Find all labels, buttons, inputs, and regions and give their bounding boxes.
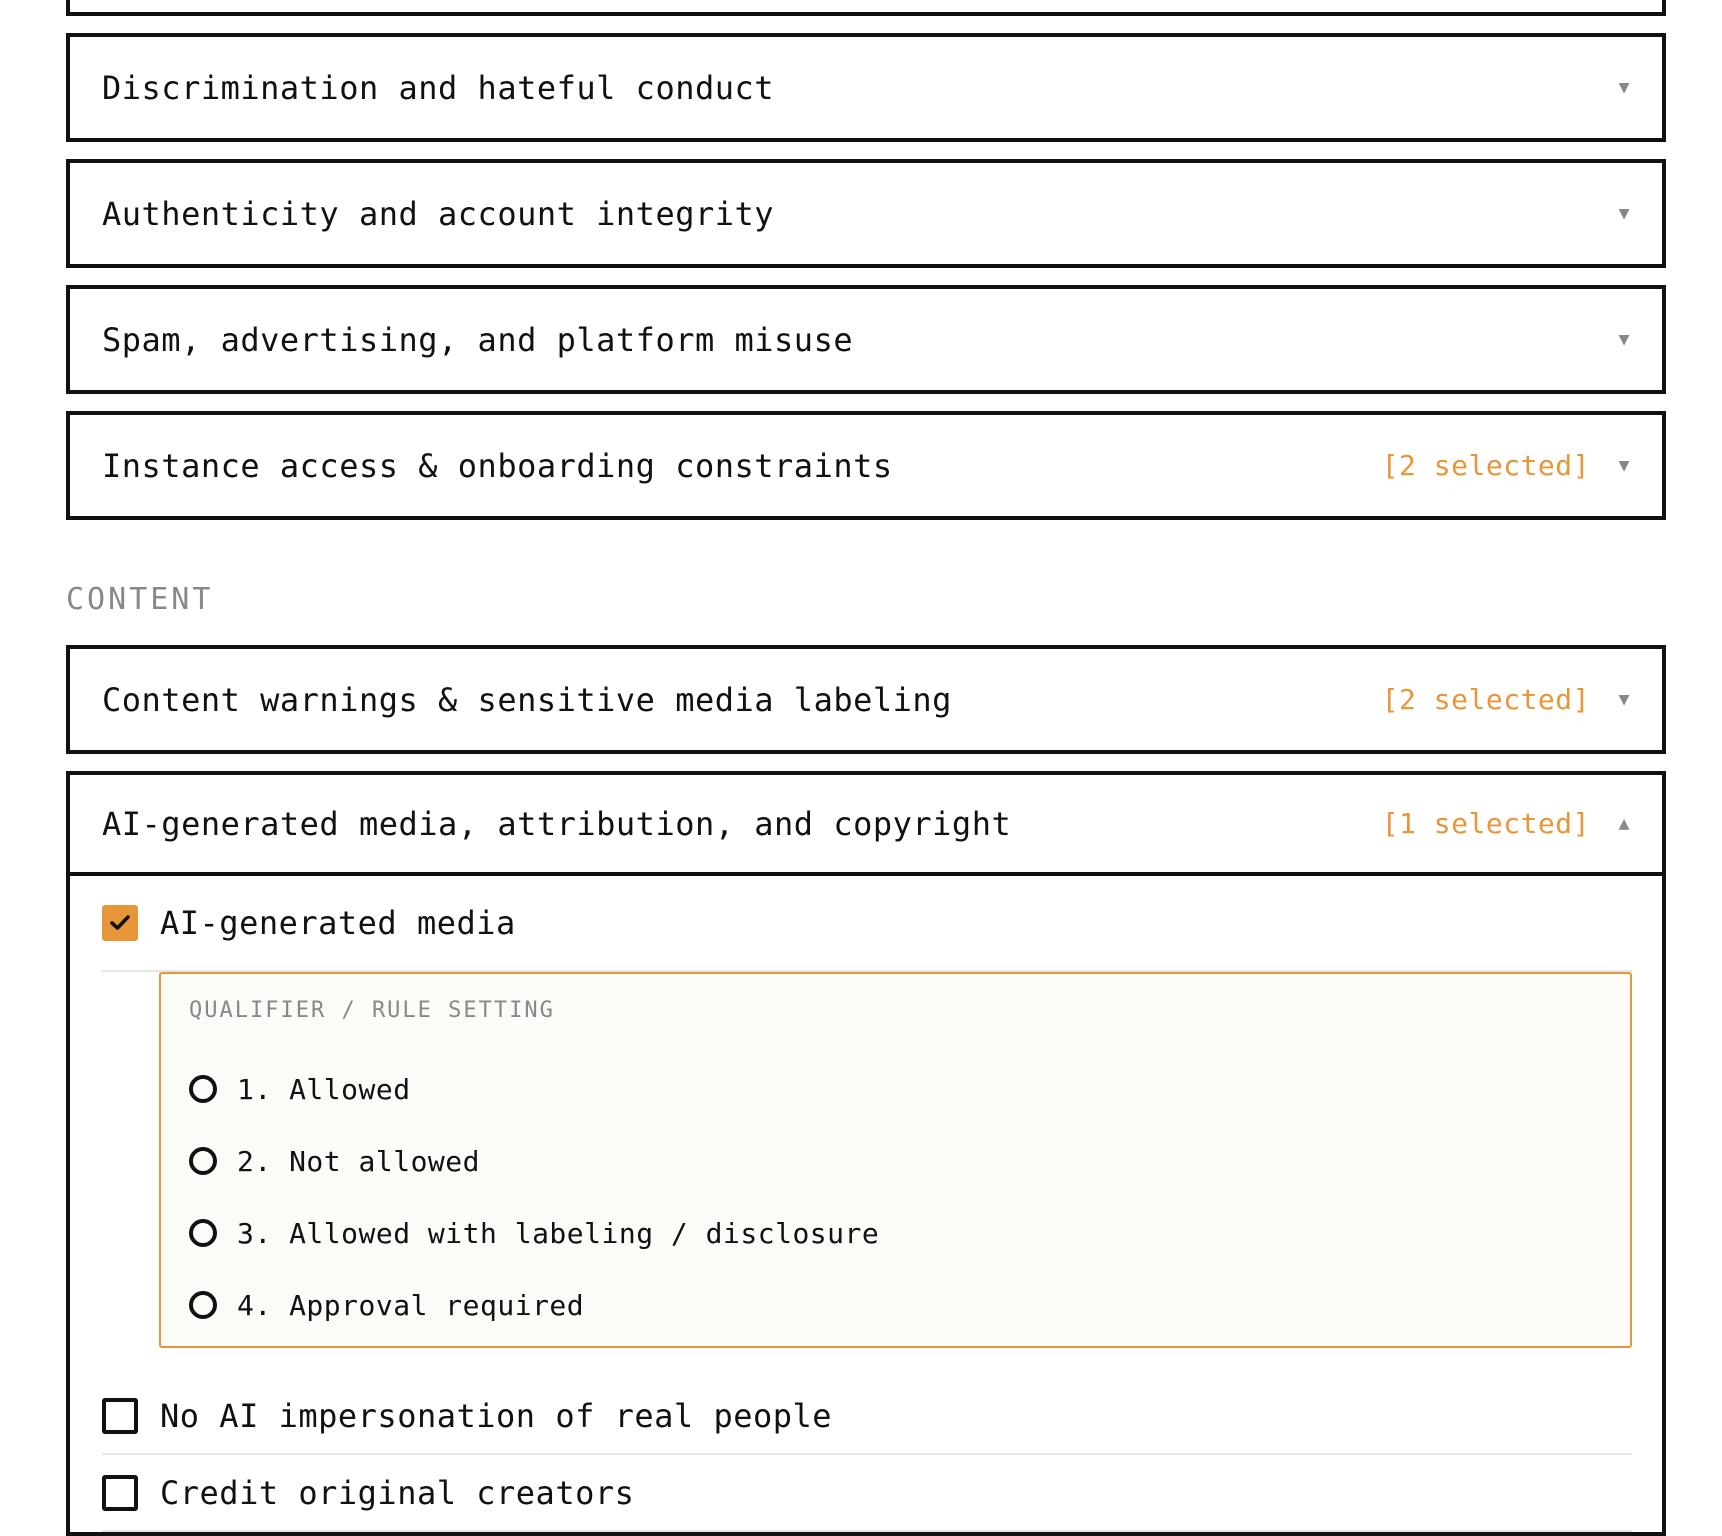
accordion-instance-access: Instance access & onboarding constraints… [66,411,1666,520]
chevron-down-icon: ▼ [1618,455,1630,476]
accordion-title: Spam, advertising, and platform misuse [102,320,854,359]
chevron-down-icon: ▼ [1618,329,1630,350]
qualifier-choice-allowed[interactable]: 1. Allowed [189,1053,1602,1125]
option-label: Credit original creators [160,1473,635,1512]
option-label: No AI impersonation of real people [160,1396,833,1435]
qualifier-choice-approval[interactable]: 4. Approval required [189,1269,1602,1341]
accordion-title: Authenticity and account integrity [102,194,775,233]
accordion-title: Content warnings & sensitive media label… [102,680,952,719]
accordion-authenticity: Authenticity and account integrity ▼ [66,159,1666,268]
accordion-ai-generated: AI-generated media, attribution, and cop… [66,771,1666,1536]
option-label: AI-generated media [160,904,516,942]
radio-label: 4. Approval required [237,1288,585,1322]
checkbox-unchecked[interactable] [102,1474,138,1511]
section-heading-content: CONTENT [66,582,214,617]
accordion-header-discrimination[interactable]: Discrimination and hateful conduct ▼ [70,37,1662,138]
checkbox-unchecked[interactable] [102,1397,138,1434]
qualifier-choice-labeling[interactable]: 3. Allowed with labeling / disclosure [189,1197,1602,1269]
accordion-content-warnings: Content warnings & sensitive media label… [66,645,1666,754]
accordion-discrimination: Discrimination and hateful conduct ▼ [66,33,1666,142]
accordion-title: AI-generated media, attribution, and cop… [102,804,1012,843]
chevron-down-icon: ▼ [1618,689,1630,710]
option-ai-generated-media[interactable]: AI-generated media [102,876,1632,972]
chevron-down-icon: ▼ [1618,77,1630,98]
rules-panel: Discrimination and hateful conduct ▼ Aut… [66,0,1666,1536]
check-icon [110,915,130,930]
radio-button[interactable] [189,1075,217,1103]
accordion-header-ai-generated[interactable]: AI-generated media, attribution, and cop… [70,775,1662,876]
accordion-header-content-warnings[interactable]: Content warnings & sensitive media label… [70,649,1662,750]
accordion-header-authenticity[interactable]: Authenticity and account integrity ▼ [70,163,1662,264]
selected-count-badge: [1 selected] [1381,807,1590,840]
qualifier-panel: QUALIFIER / RULE SETTING 1. Allowed 2. N… [159,972,1632,1348]
option-credit-creators[interactable]: Credit original creators [102,1455,1632,1532]
accordion-body: AI-generated media QUALIFIER / RULE SETT… [70,876,1662,1532]
chevron-down-icon: ▼ [1618,203,1630,224]
checkbox-checked[interactable] [102,905,138,941]
radio-label: 2. Not allowed [237,1144,481,1178]
previous-section-stub [66,0,1666,16]
accordion-spam: Spam, advertising, and platform misuse ▼ [66,285,1666,394]
selected-count-badge: [2 selected] [1381,449,1590,482]
accordion-header-instance-access[interactable]: Instance access & onboarding constraints… [70,415,1662,516]
selected-count-badge: [2 selected] [1381,683,1590,716]
accordion-title: Discrimination and hateful conduct [102,68,775,107]
radio-button[interactable] [189,1219,217,1247]
radio-label: 3. Allowed with labeling / disclosure [237,1216,880,1250]
qualifier-heading: QUALIFIER / RULE SETTING [189,998,555,1023]
chevron-up-icon: ▲ [1618,813,1630,834]
radio-label: 1. Allowed [237,1072,411,1106]
option-no-ai-impersonation[interactable]: No AI impersonation of real people [102,1378,1632,1455]
accordion-header-spam[interactable]: Spam, advertising, and platform misuse ▼ [70,289,1662,390]
radio-button[interactable] [189,1147,217,1175]
radio-button[interactable] [189,1291,217,1319]
qualifier-choice-not-allowed[interactable]: 2. Not allowed [189,1125,1602,1197]
accordion-title: Instance access & onboarding constraints [102,446,893,485]
